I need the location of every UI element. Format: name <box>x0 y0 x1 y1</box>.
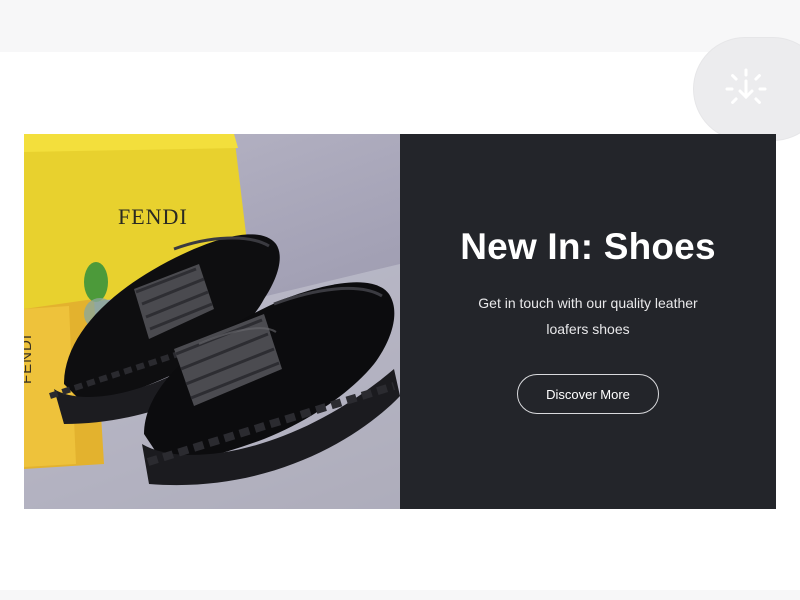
brand-box-label: FENDI <box>118 204 188 229</box>
banner-subtitle: Get in touch with our quality leather lo… <box>478 295 698 337</box>
banner-text-panel: New In: Shoes Get in touch with our qual… <box>400 134 776 509</box>
discover-more-button[interactable]: Discover More <box>517 374 659 414</box>
banner-title: New In: Shoes <box>460 226 716 267</box>
floating-download-button[interactable] <box>694 38 800 140</box>
download-loader-icon <box>725 68 767 104</box>
hero-banner: FENDI FENDI New In: Shoes Get in touch w… <box>24 134 776 509</box>
brand-bag-label: FENDI <box>24 334 35 384</box>
product-image: FENDI FENDI <box>24 134 400 509</box>
